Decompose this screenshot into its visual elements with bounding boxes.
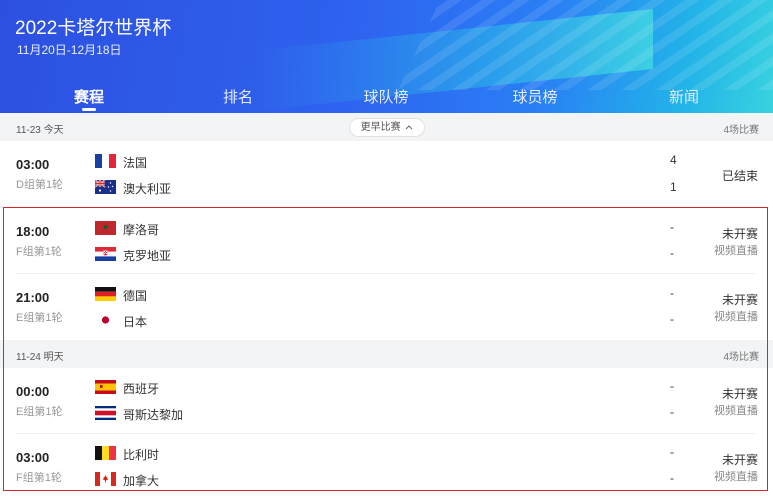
- tab-schedule[interactable]: 赛程: [74, 86, 104, 107]
- header-stripe-decoration: [398, 0, 773, 90]
- home-score: -: [670, 220, 674, 234]
- team-name: 摩洛哥: [123, 223, 160, 237]
- video-live-link[interactable]: 视频直播: [714, 242, 758, 258]
- tab-player-rankings[interactable]: 球员榜: [512, 86, 557, 107]
- croatia-flag-icon: [95, 247, 116, 261]
- france-flag-icon: [95, 154, 116, 168]
- video-live-link[interactable]: 视频直播: [714, 308, 758, 324]
- morocco-flag-icon: [95, 221, 116, 235]
- away-score: -: [670, 246, 674, 260]
- tournament-dates: 11月20日-12月18日: [17, 43, 122, 57]
- japan-flag-icon: [95, 313, 116, 327]
- day-header: 11-23 今天 更早比赛 4场比赛: [0, 113, 773, 141]
- belgium-flag-icon: [95, 446, 116, 460]
- tab-standings[interactable]: 排名: [223, 86, 253, 107]
- match-time: 03:00: [16, 157, 50, 172]
- germany-flag-icon: [95, 287, 116, 301]
- australia-flag-icon: [95, 180, 116, 194]
- day-match-count: 4场比赛: [723, 125, 759, 136]
- team-name: 加拿大: [123, 474, 160, 488]
- away-score: -: [670, 471, 674, 485]
- video-live-link[interactable]: 视频直播: [714, 402, 758, 418]
- team-name: 哥斯达黎加: [123, 408, 184, 422]
- match-status: 未开赛: [721, 387, 758, 401]
- match-status: 未开赛: [721, 293, 758, 307]
- team-name: 德国: [123, 289, 148, 303]
- costa-rica-flag-icon: [95, 406, 116, 420]
- home-score: -: [670, 379, 674, 393]
- match-status: 未开赛: [721, 453, 758, 467]
- match-row[interactable]: 03:00 D组第1轮 法国 澳大利亚 4 1 已结束: [0, 141, 773, 207]
- day-header: 11-24 明天 4场比赛: [0, 340, 773, 368]
- app-header: 2022卡塔尔世界杯 11月20日-12月18日 赛程 排名 球队榜 球员榜 新…: [0, 0, 773, 113]
- match-status: 未开赛: [721, 227, 758, 241]
- day-date-label: 11-24 明天: [16, 352, 64, 363]
- team-name: 比利时: [123, 448, 160, 462]
- home-score: -: [670, 445, 674, 459]
- active-tab-indicator: [82, 108, 96, 111]
- match-round: D组第1轮: [16, 179, 64, 191]
- earlier-matches-label: 更早比赛: [360, 122, 401, 133]
- team-name: 澳大利亚: [123, 182, 172, 196]
- page-title: 2022卡塔尔世界杯: [15, 18, 172, 39]
- home-score: -: [670, 286, 674, 300]
- team-name: 法国: [123, 156, 148, 170]
- match-status: 已结束: [721, 169, 758, 183]
- match-row[interactable]: 00:00 E组第1轮 西班牙 哥斯达黎加 - - 未开赛 视频直播: [0, 368, 773, 434]
- match-time: 03:00: [16, 450, 50, 465]
- spain-flag-icon: [95, 380, 116, 394]
- match-time: 18:00: [16, 224, 50, 239]
- chevron-up-icon: [406, 125, 413, 130]
- match-round: F组第1轮: [16, 246, 62, 258]
- match-row[interactable]: 03:00 F组第1轮 比利时 加拿大 - - 未开赛 视频直播: [0, 434, 773, 500]
- match-time: 00:00: [16, 384, 50, 399]
- away-score: -: [670, 312, 674, 326]
- team-name: 日本: [123, 315, 148, 329]
- away-score: -: [670, 405, 674, 419]
- match-round: F组第1轮: [16, 472, 62, 484]
- tab-news[interactable]: 新闻: [669, 86, 699, 107]
- day-match-count: 4场比赛: [723, 352, 759, 363]
- team-name: 西班牙: [123, 382, 160, 396]
- match-time: 21:00: [16, 290, 50, 305]
- video-live-link[interactable]: 视频直播: [714, 468, 758, 484]
- away-score: 1: [670, 180, 677, 194]
- match-row[interactable]: 18:00 F组第1轮 摩洛哥 克罗地亚 - - 未开赛 视频直播: [0, 208, 773, 274]
- tab-team-rankings[interactable]: 球队榜: [363, 86, 408, 107]
- team-name: 克罗地亚: [123, 249, 172, 263]
- home-score: 4: [670, 153, 677, 167]
- match-round: E组第1轮: [16, 406, 63, 418]
- day-date-label: 11-23 今天: [16, 125, 64, 136]
- match-row[interactable]: 21:00 E组第1轮 德国 日本 - - 未开赛 视频直播: [0, 274, 773, 340]
- earlier-matches-button[interactable]: 更早比赛: [349, 118, 425, 137]
- match-round: E组第1轮: [16, 312, 63, 324]
- tab-bar: 赛程 排名 球队榜 球员榜 新闻: [0, 78, 773, 113]
- canada-flag-icon: [95, 472, 116, 486]
